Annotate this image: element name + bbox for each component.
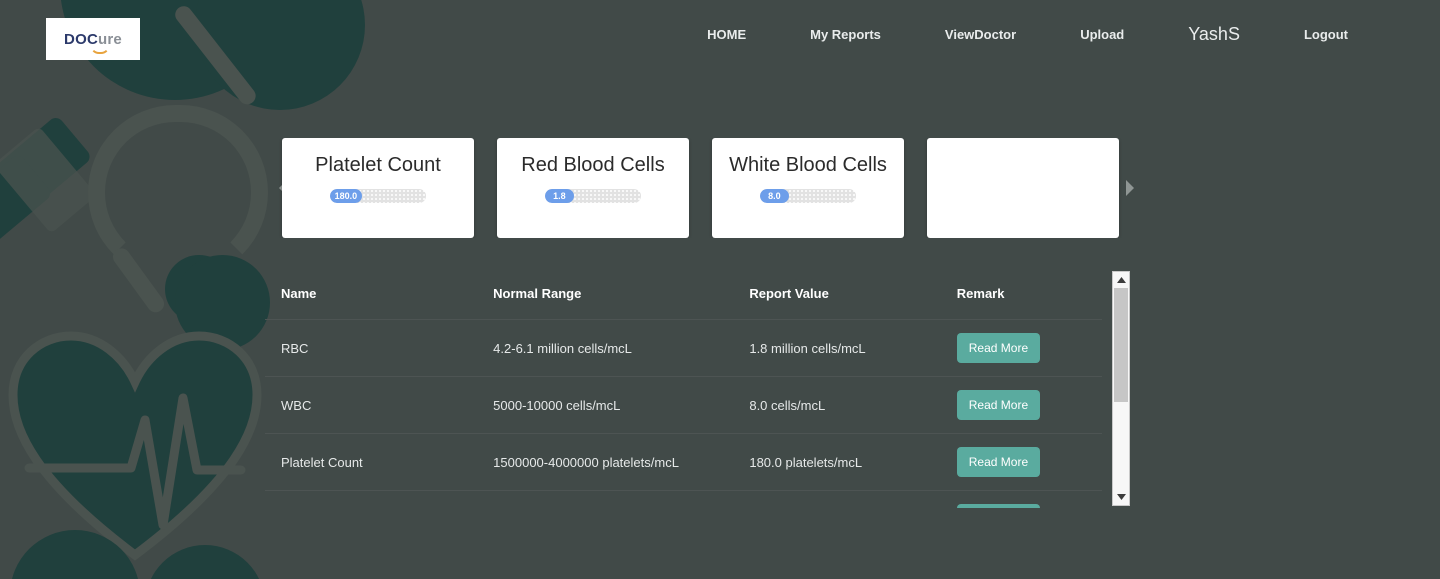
table-vertical-scrollbar[interactable] xyxy=(1112,271,1130,506)
metric-card-title: Red Blood Cells xyxy=(521,154,665,176)
stethoscope-icon xyxy=(88,105,268,280)
read-more-button[interactable]: Read More xyxy=(956,390,1041,420)
metric-progress-value: 1.8 xyxy=(545,189,574,203)
carousel-next-button[interactable] xyxy=(1118,177,1140,199)
table-row: WBC 5000-10000 cells/mcL 8.0 cells/mcL R… xyxy=(265,376,1102,434)
cell-normal-range: 5000-10000 cells/mcL xyxy=(493,376,750,434)
nav-logout[interactable]: Logout xyxy=(1272,27,1380,42)
heart-ekg-icon xyxy=(5,320,265,570)
logo-text: DOCure xyxy=(64,32,122,54)
scrollbar-thumb[interactable] xyxy=(1114,288,1128,402)
cell-remark: Read More xyxy=(956,490,1102,508)
cell-remark: Read More xyxy=(956,376,1102,434)
read-more-button[interactable]: Read More xyxy=(956,333,1041,363)
metric-progress-value: 8.0 xyxy=(760,189,789,203)
table-row: Hemoglobin 12-16 gm/dL 6.5 gm/dL Read Mo… xyxy=(265,490,1102,508)
nav-home[interactable]: HOME xyxy=(675,27,778,42)
site-header: DOCure HOME My Reports ViewDoctor Upload… xyxy=(0,0,1440,68)
column-header-remark: Remark xyxy=(956,268,1102,320)
metric-card-partial[interactable] xyxy=(927,138,1119,238)
stethoscope-icon xyxy=(181,271,217,307)
cell-name: Hemoglobin xyxy=(265,490,494,508)
metric-progress-bar: 1.8 xyxy=(545,189,641,203)
decorative-circle xyxy=(175,255,270,350)
smile-arc-icon xyxy=(90,45,111,54)
metric-card-title: White Blood Cells xyxy=(729,154,887,176)
metric-progress-value: 180.0 xyxy=(330,189,362,203)
table-row: Platelet Count 1500000-4000000 platelets… xyxy=(265,433,1102,491)
bandage-pad-icon xyxy=(0,126,97,234)
cell-report-value: 6.5 gm/dL xyxy=(749,490,957,508)
metric-progress-bar: 180.0 xyxy=(330,189,426,203)
bandage-shape-icon xyxy=(0,152,54,272)
read-more-button[interactable]: Read More xyxy=(956,504,1041,508)
column-header-name: Name xyxy=(265,268,494,320)
column-header-normal-range: Normal Range xyxy=(493,268,750,320)
report-table-scroll-area: Name Normal Range Report Value Remark RB… xyxy=(265,268,1130,508)
carousel-track: Platelet Count 180.0 Red Blood Cells 1.8… xyxy=(265,138,1140,238)
metric-card[interactable]: White Blood Cells 8.0 xyxy=(712,138,904,238)
cell-report-value: 8.0 cells/mcL xyxy=(749,376,957,434)
cell-normal-range: 1500000-4000000 platelets/mcL xyxy=(493,433,750,491)
nav-user[interactable]: YashS xyxy=(1156,24,1272,45)
cell-name: RBC xyxy=(265,319,494,377)
stethoscope-icon xyxy=(109,245,168,316)
table-row: RBC 4.2-6.1 million cells/mcL 1.8 millio… xyxy=(265,319,1102,377)
logo[interactable]: DOCure xyxy=(46,18,140,60)
bandage-shape-icon xyxy=(0,114,93,242)
cell-remark: Read More xyxy=(956,319,1102,377)
table-header-row: Name Normal Range Report Value Remark xyxy=(265,268,1102,320)
metric-card[interactable]: Red Blood Cells 1.8 xyxy=(497,138,689,238)
decorative-circle xyxy=(10,530,140,579)
cell-name: WBC xyxy=(265,376,494,434)
main-navigation: HOME My Reports ViewDoctor Upload YashS … xyxy=(675,24,1380,45)
nav-my-reports[interactable]: My Reports xyxy=(778,27,913,42)
cell-name: Platelet Count xyxy=(265,433,494,491)
report-table-section: Name Normal Range Report Value Remark RB… xyxy=(265,268,1130,508)
decorative-circle xyxy=(145,545,265,579)
nav-upload[interactable]: Upload xyxy=(1048,27,1156,42)
nav-view-doctor[interactable]: ViewDoctor xyxy=(913,27,1048,42)
cell-remark: Read More xyxy=(956,433,1102,491)
stethoscope-icon xyxy=(165,255,233,323)
cell-report-value: 1.8 million cells/mcL xyxy=(749,319,957,377)
read-more-button[interactable]: Read More xyxy=(956,447,1041,477)
cell-normal-range: 4.2-6.1 million cells/mcL xyxy=(493,319,750,377)
metric-progress-bar: 8.0 xyxy=(760,189,856,203)
metric-card[interactable]: Platelet Count 180.0 xyxy=(282,138,474,238)
scroll-down-arrow-icon[interactable] xyxy=(1113,489,1129,505)
metric-card-title: Platelet Count xyxy=(315,154,441,176)
cell-report-value: 180.0 platelets/mcL xyxy=(749,433,957,491)
metrics-carousel: Platelet Count 180.0 Red Blood Cells 1.8… xyxy=(265,138,1440,238)
report-table: Name Normal Range Report Value Remark RB… xyxy=(265,268,1102,508)
column-header-report-value: Report Value xyxy=(749,268,957,320)
cell-normal-range: 12-16 gm/dL xyxy=(493,490,750,508)
scroll-up-arrow-icon[interactable] xyxy=(1113,272,1129,288)
